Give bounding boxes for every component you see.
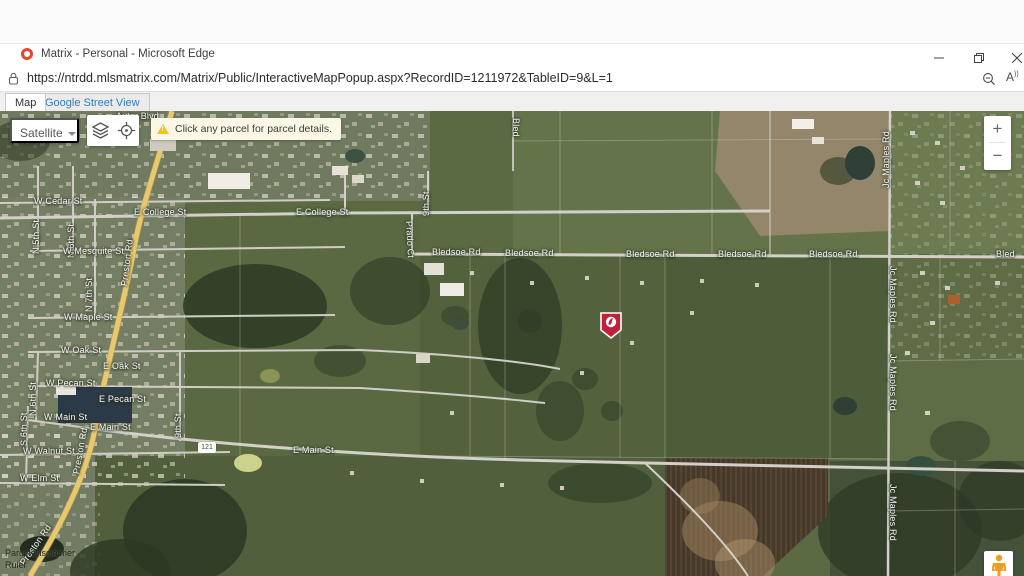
road-label: Bledsoe Rd — [505, 248, 554, 258]
road-label: Jc Maples Rd — [888, 484, 898, 541]
pegman-icon — [992, 554, 1006, 576]
road-label: W Oak St — [61, 345, 101, 355]
road-label: Bledsoe Rd — [809, 249, 858, 259]
layers-icon[interactable] — [91, 121, 110, 140]
chevron-down-icon — [68, 132, 76, 136]
road-label: E College St — [296, 207, 348, 217]
close-icon — [1012, 53, 1022, 63]
zoom-control: + − — [984, 116, 1011, 170]
address-bar: https://ntrdd.mlsmatrix.com/Matrix/Publi… — [0, 66, 1024, 92]
road-label: N 5th St — [31, 220, 41, 254]
road-label: W Pecan St — [46, 378, 96, 388]
road-label: Bledsoe Rd — [718, 249, 767, 259]
road-label: E Main St — [293, 445, 334, 455]
zoom-in-button[interactable]: + — [984, 116, 1011, 142]
road-label: Jc Maples Rd — [881, 131, 891, 188]
ruler-link[interactable]: Ruler — [5, 560, 75, 570]
minimize-icon — [934, 53, 944, 63]
tab-google-street-view[interactable]: Google Street View — [35, 93, 150, 111]
parcel-notice-text: Click any parcel for parcel details. — [175, 123, 332, 135]
road-label: Jc Maples Rd — [888, 266, 898, 323]
browser-window: Matrix - Personal - Microsoft Edge https… — [0, 0, 1024, 576]
maximize-button[interactable] — [962, 44, 996, 66]
map-toolbox — [87, 115, 139, 146]
desktop-area — [0, 0, 1024, 44]
road-label: W Elm St — [20, 473, 59, 483]
road-label: W Main St — [44, 412, 87, 422]
road-label: 9th St — [421, 191, 431, 216]
road-label: Bledsoe Rd — [432, 247, 481, 257]
map-footer-links: Parcel Disclaimer Ruler — [5, 548, 75, 572]
road-label: N 7th St — [84, 278, 94, 312]
satellite-label: Satellite — [20, 126, 63, 140]
satellite-dropdown[interactable]: Satellite — [10, 118, 79, 143]
warning-icon — [157, 124, 169, 134]
listing-marker[interactable] — [600, 312, 622, 339]
road-label: E College St — [134, 207, 186, 217]
restore-icon — [974, 53, 984, 63]
lock-icon — [8, 72, 19, 85]
window-title: Matrix - Personal - Microsoft Edge — [41, 48, 215, 60]
parcel-disclaimer-link[interactable]: Parcel Disclaimer — [5, 548, 75, 558]
address-input[interactable]: https://ntrdd.mlsmatrix.com/Matrix/Publi… — [27, 71, 613, 85]
road-label: W Walnut St — [23, 446, 75, 456]
road-label: S 6th St — [19, 412, 29, 446]
zoom-out-button[interactable]: − — [984, 143, 1011, 169]
road-label: E Oak St — [103, 361, 141, 371]
tab-map[interactable]: Map — [5, 93, 46, 111]
parcel-notice-banner: Click any parcel for parcel details. — [151, 118, 341, 140]
road-label: Jc Maples Rd — [888, 354, 898, 411]
road-label: N 6th St — [28, 382, 38, 416]
road-label: Bledsoe Rd — [626, 249, 675, 259]
road-label: W Cedar St — [34, 196, 83, 206]
road-label: E Main St — [90, 422, 131, 432]
view-tabs: Map Google Street View — [0, 92, 1024, 111]
recenter-target-icon[interactable] — [117, 121, 136, 140]
satellite-imagery — [0, 111, 1024, 576]
listing-marker-icon — [600, 312, 622, 339]
road-label: Bled — [511, 118, 521, 137]
road-label: W Maple St — [64, 312, 113, 322]
page-zoom-icon[interactable] — [982, 72, 996, 86]
matrix-favicon-icon — [21, 48, 33, 60]
minimize-button[interactable] — [922, 44, 956, 66]
title-bar: Matrix - Personal - Microsoft Edge — [0, 44, 1024, 66]
street-view-pegman-button[interactable] — [984, 551, 1013, 576]
road-label: Prado Ct — [404, 221, 416, 259]
read-aloud-icon[interactable]: A)) — [1006, 70, 1019, 84]
road-label: Bled — [996, 249, 1015, 259]
highway-121-shield: 121 — [198, 442, 216, 453]
road-label: W Mesquite St — [63, 246, 124, 256]
road-label: E Pecan St — [99, 394, 146, 404]
close-button[interactable] — [1000, 44, 1024, 66]
map-canvas[interactable]: Autry Blvd Bled W Cedar St E College St … — [0, 111, 1024, 576]
road-label: 9th St — [173, 413, 183, 438]
